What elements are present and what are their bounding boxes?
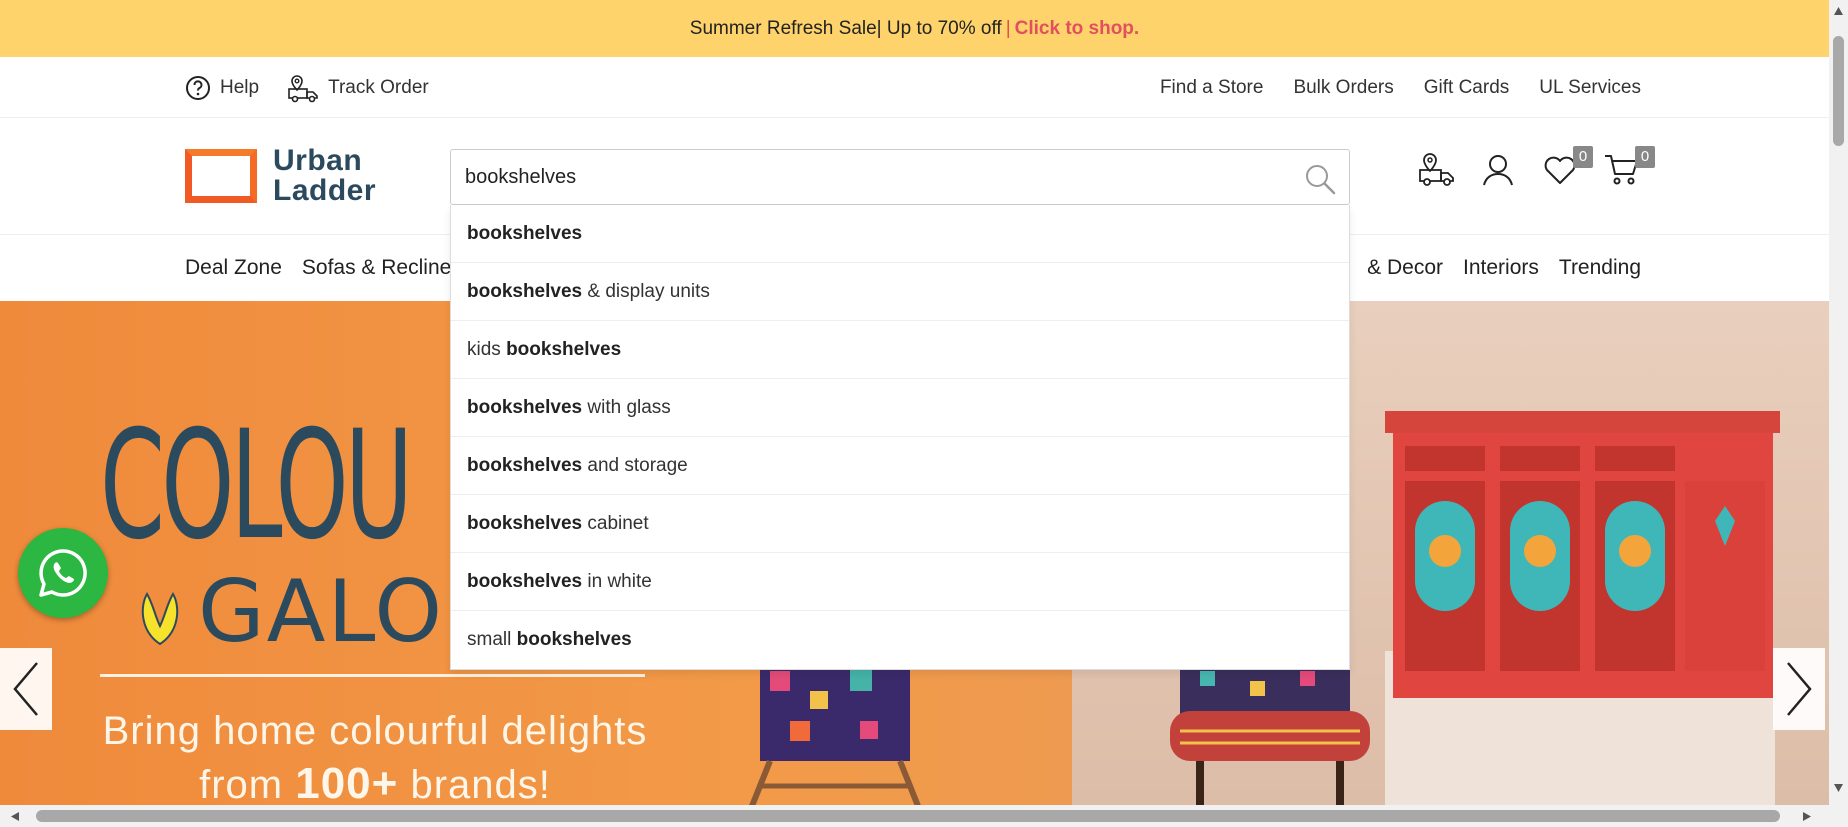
carousel-prev-button[interactable]	[0, 648, 52, 730]
suggestion-post: in white	[582, 570, 652, 592]
utility-right: Find a Store Bulk Orders Gift Cards UL S…	[1160, 57, 1641, 118]
tagline-2-pre: from	[199, 763, 296, 805]
search-suggestions: bookshelves bookshelves & display units …	[450, 205, 1350, 670]
suggestion-post: and storage	[582, 454, 688, 476]
nav-left: Deal Zone Sofas & Recline	[185, 235, 451, 301]
gift-cards-link[interactable]: Gift Cards	[1424, 77, 1510, 99]
banner-tagline-1: Bring home colourful delights	[102, 709, 648, 753]
delivery-truck-icon	[288, 74, 318, 102]
search-box	[450, 149, 1350, 205]
promo-bar[interactable]: Summer Refresh Sale| Up to 70% off | Cli…	[0, 0, 1829, 57]
chevron-left-icon	[13, 662, 38, 716]
logo-line2: Ladder	[273, 174, 377, 207]
logo-wordmark: Urban Ladder	[273, 146, 376, 206]
whatsapp-icon	[39, 549, 87, 597]
banner-headline: COLOU	[100, 399, 413, 573]
nav-item-trending[interactable]: Trending	[1559, 256, 1641, 280]
suggestion-post: cabinet	[582, 512, 649, 534]
track-order-label: Track Order	[328, 76, 429, 98]
header-icons: 0 0	[1417, 146, 1655, 190]
suggestion-pre: small	[467, 629, 517, 650]
promo-separator: |	[1005, 17, 1011, 39]
vertical-scrollbar[interactable]	[1829, 0, 1848, 805]
scroll-left-arrow-icon[interactable]	[10, 811, 20, 822]
suggestion-item[interactable]: small bookshelves	[451, 611, 1349, 669]
help-icon	[186, 75, 210, 100]
suggestion-match: bookshelves	[467, 512, 583, 534]
find-store-link[interactable]: Find a Store	[1160, 77, 1264, 99]
patterned-chair-image	[749, 661, 921, 805]
urban-ladder-logo[interactable]: Urban Ladder	[185, 146, 376, 206]
tagline-2-bold: 100+	[295, 759, 399, 805]
delivery-location-icon	[1419, 153, 1454, 186]
horizontal-scroll-thumb[interactable]	[36, 810, 1780, 822]
help-label: Help	[220, 76, 260, 98]
promo-text: Summer Refresh Sale| Up to 70% off	[689, 17, 1002, 39]
viewport: Summer Refresh Sale| Up to 70% off | Cli…	[0, 0, 1829, 805]
suggestion-match: bookshelves	[467, 454, 583, 476]
store-locator-button[interactable]	[1417, 150, 1455, 190]
scroll-up-arrow-icon[interactable]	[1833, 6, 1844, 16]
utility-left: Help Track Order	[185, 57, 429, 118]
suggestion-pre: kids	[467, 338, 507, 360]
search-input[interactable]	[465, 150, 1285, 204]
leaf-icon	[141, 592, 179, 646]
search-icon[interactable]	[1303, 162, 1337, 196]
help-link[interactable]: Help	[185, 75, 259, 101]
vertical-scroll-thumb[interactable]	[1833, 36, 1844, 146]
suggestion-match: bookshelves	[506, 338, 622, 360]
carousel-next-button[interactable]	[1773, 648, 1825, 730]
suggestion-post: & display units	[582, 280, 710, 302]
nav-item-deal-zone[interactable]: Deal Zone	[185, 256, 282, 280]
painted-cabinet-image	[1385, 411, 1780, 698]
suggestion-post: with glass	[582, 396, 671, 418]
wishlist-button[interactable]: 0	[1541, 146, 1593, 190]
logo-mark	[185, 149, 257, 203]
cart-button[interactable]: 0	[1603, 146, 1655, 190]
account-button[interactable]	[1479, 150, 1517, 190]
page: Summer Refresh Sale| Up to 70% off | Cli…	[0, 0, 1848, 827]
suggestion-match: bookshelves	[467, 222, 583, 244]
suggestion-item[interactable]: bookshelves in white	[451, 553, 1349, 611]
chevron-right-icon	[1787, 662, 1812, 716]
nav-item-sofas-recliners[interactable]: Sofas & Recline	[302, 256, 451, 280]
suggestion-match: bookshelves	[467, 396, 583, 418]
suggestion-item[interactable]: bookshelves & display units	[451, 263, 1349, 321]
promo-cta-link[interactable]: Click to shop.	[1015, 18, 1140, 40]
ikat-chair-image	[1170, 661, 1370, 805]
suggestion-item[interactable]: kids bookshelves	[451, 321, 1349, 379]
suggestion-item[interactable]: bookshelves with glass	[451, 379, 1349, 437]
nav-item-interiors[interactable]: Interiors	[1463, 256, 1539, 280]
track-order-link[interactable]: Track Order	[287, 73, 429, 103]
wishlist-count-badge: 0	[1573, 146, 1593, 168]
suggestion-match: bookshelves	[467, 570, 583, 592]
utility-bar: Help Track Order Find a Store Bulk Order…	[0, 57, 1829, 118]
nav-item-decor[interactable]: & Decor	[1367, 256, 1443, 280]
horizontal-scrollbar[interactable]	[0, 805, 1848, 827]
logo-line1: Urban	[273, 144, 363, 177]
banner-tagline-2: from 100+ brands!	[80, 759, 670, 805]
scroll-down-arrow-icon[interactable]	[1833, 783, 1844, 793]
nav-right: & Decor Interiors Trending	[1367, 235, 1641, 301]
user-icon	[1483, 155, 1513, 186]
suggestion-item[interactable]: bookshelves	[451, 205, 1349, 263]
suggestion-match: bookshelves	[467, 280, 583, 302]
suggestion-match: bookshelves	[516, 629, 632, 650]
whatsapp-button[interactable]	[18, 528, 108, 618]
scroll-right-arrow-icon[interactable]	[1802, 811, 1812, 822]
bulk-orders-link[interactable]: Bulk Orders	[1293, 77, 1393, 99]
tagline-2-post: brands!	[398, 763, 551, 805]
heart-icon	[1544, 156, 1576, 184]
cart-count-badge: 0	[1635, 146, 1655, 168]
ul-services-link[interactable]: UL Services	[1539, 77, 1641, 99]
suggestion-item[interactable]: bookshelves and storage	[451, 437, 1349, 495]
suggestion-item[interactable]: bookshelves cabinet	[451, 495, 1349, 553]
banner-divider	[100, 674, 645, 677]
